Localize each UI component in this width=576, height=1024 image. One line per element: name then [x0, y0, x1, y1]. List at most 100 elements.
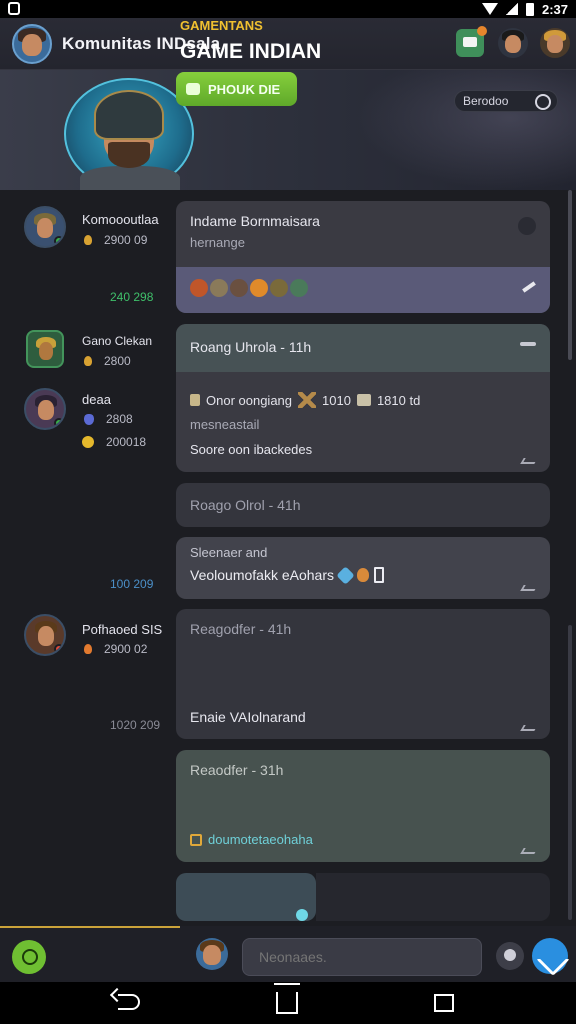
user-avatar-1[interactable] [24, 206, 66, 248]
reaction-emoji-icon [270, 279, 288, 297]
post-body: Veoloumofakk eAohars [190, 567, 334, 583]
banner-background-art [356, 70, 576, 190]
composer-bar [0, 926, 576, 982]
reaction-strip [176, 267, 550, 313]
send-button[interactable] [532, 938, 568, 974]
reaction-emoji-icon [210, 279, 228, 297]
banner-title: GAME INDIAN [180, 40, 322, 63]
join-icon [186, 83, 200, 95]
more-icon[interactable] [518, 217, 536, 235]
status-icons: 2:37 [481, 0, 568, 18]
user-coins: 200018 [106, 435, 147, 449]
banner-tag-chip[interactable]: Berodoo [454, 90, 558, 112]
avatar-face [546, 34, 564, 54]
signal-icon [505, 3, 518, 15]
post-body: doumotetaeohaha [208, 832, 313, 847]
reaction-emojis[interactable] [190, 279, 308, 297]
post-body: Soore oon ibackedes [190, 442, 313, 457]
hero-helmet [94, 90, 164, 140]
user-avatar-2[interactable] [26, 330, 64, 368]
edit-icon[interactable] [522, 281, 536, 293]
post-card-1[interactable]: Indame Bornmaisara hernange [176, 201, 550, 313]
badge-icon [190, 833, 202, 846]
avatar-face [21, 33, 43, 57]
banner-tag-label: Berodoo [463, 94, 509, 108]
user-meta: 2808 [84, 412, 133, 426]
online-status-dot [54, 236, 64, 246]
avatar-face [37, 400, 55, 420]
post-card-7[interactable] [176, 873, 316, 921]
wifi-icon [481, 3, 498, 15]
post-body: Enaie VAIolnarand [190, 709, 306, 725]
post-card-7-shadow [316, 873, 550, 921]
online-status-dot [54, 644, 64, 654]
user-score: 2900 09 [104, 233, 148, 247]
user-score: 2800 [104, 354, 131, 368]
flame-icon [84, 235, 92, 245]
read-check-icon [520, 725, 538, 731]
chat-icon[interactable] [456, 26, 487, 57]
flame-icon [84, 644, 92, 654]
avatar-face [37, 626, 55, 646]
post-title: Sleenaer and [190, 545, 268, 560]
avatar-face [203, 945, 221, 965]
reaction-emoji-icon [190, 279, 208, 297]
user-meta: 2900 02 [84, 642, 147, 656]
post-detail-line: Onor oongiang 1010 1810 td [190, 392, 420, 408]
link-icon [535, 94, 551, 110]
user-score: 2808 [106, 412, 133, 426]
user-score: 2900 02 [104, 642, 148, 656]
community-avatar[interactable] [12, 24, 52, 64]
member-avatar-1[interactable] [498, 28, 528, 58]
online-status-dot [54, 418, 64, 428]
user-avatar-3[interactable] [24, 388, 66, 430]
post-card-6[interactable]: Reaodfer - 31h doumotetaeohaha [176, 750, 550, 862]
join-button-label: PHOUK DIE [208, 81, 281, 97]
member-avatar-2[interactable] [540, 28, 570, 58]
user-name[interactable]: Gano Clekan [82, 334, 152, 348]
user-avatar-4[interactable] [24, 614, 66, 656]
post-detail-text: Onor oongiang [206, 392, 293, 408]
user-name[interactable]: Pofhaoed SIS [82, 622, 162, 637]
post-title: Roago Olrol - 41h [190, 497, 301, 513]
coins-icon [356, 394, 371, 406]
sticker-button[interactable] [12, 940, 46, 974]
notification-dot [477, 26, 487, 36]
post-card-4[interactable]: Sleenaer and Veoloumofakk eAohars [176, 537, 550, 599]
more-icon[interactable] [520, 342, 536, 346]
post-card-2[interactable]: Roang Uhrola - 11h Onor oongiang 1010 18… [176, 324, 550, 472]
banner-hero-emblem [64, 78, 194, 190]
join-button[interactable]: PHOUK DIE [176, 72, 297, 106]
coin-icon [82, 436, 94, 448]
post-subtitle: hernange [190, 235, 245, 250]
post-line: mesneastail [190, 417, 260, 432]
message-timestamp: 100 209 [110, 577, 154, 591]
reaction-emoji-icon [250, 279, 268, 297]
read-check-icon [520, 458, 538, 464]
post-card-5[interactable]: Reagodfer - 41h Enaie VAIolnarand [176, 609, 550, 739]
scrollbar[interactable] [568, 190, 572, 360]
post-body-line: doumotetaeohaha [190, 832, 313, 847]
status-time: 2:37 [541, 1, 568, 17]
home-icon[interactable] [276, 992, 298, 1014]
post-title: Indame Bornmaisara [190, 213, 320, 229]
app-notification-icon [8, 2, 20, 15]
recent-apps-icon[interactable] [434, 994, 454, 1012]
my-avatar[interactable] [196, 938, 228, 970]
avatar-inner [33, 335, 59, 365]
post-card-3[interactable]: Roago Olrol - 41h [176, 483, 550, 527]
banner-subtitle: GAMENTANS [180, 18, 263, 33]
gem-icon [336, 565, 355, 585]
user-meta: 2900 09 [84, 233, 147, 247]
message-input[interactable] [242, 938, 482, 976]
post-detail-tail: 1810 td [376, 392, 421, 408]
user-name[interactable]: deaa [82, 392, 111, 407]
emoji-icon[interactable] [496, 942, 524, 970]
user-name[interactable]: Komoooutlaa [82, 212, 159, 227]
message-timestamp: 1020 209 [110, 718, 161, 732]
back-icon[interactable] [118, 994, 140, 1010]
shield-icon [84, 413, 94, 425]
hero-armor [80, 166, 180, 190]
reaction-emoji-icon [230, 279, 248, 297]
typing-indicator-dot [296, 909, 308, 921]
